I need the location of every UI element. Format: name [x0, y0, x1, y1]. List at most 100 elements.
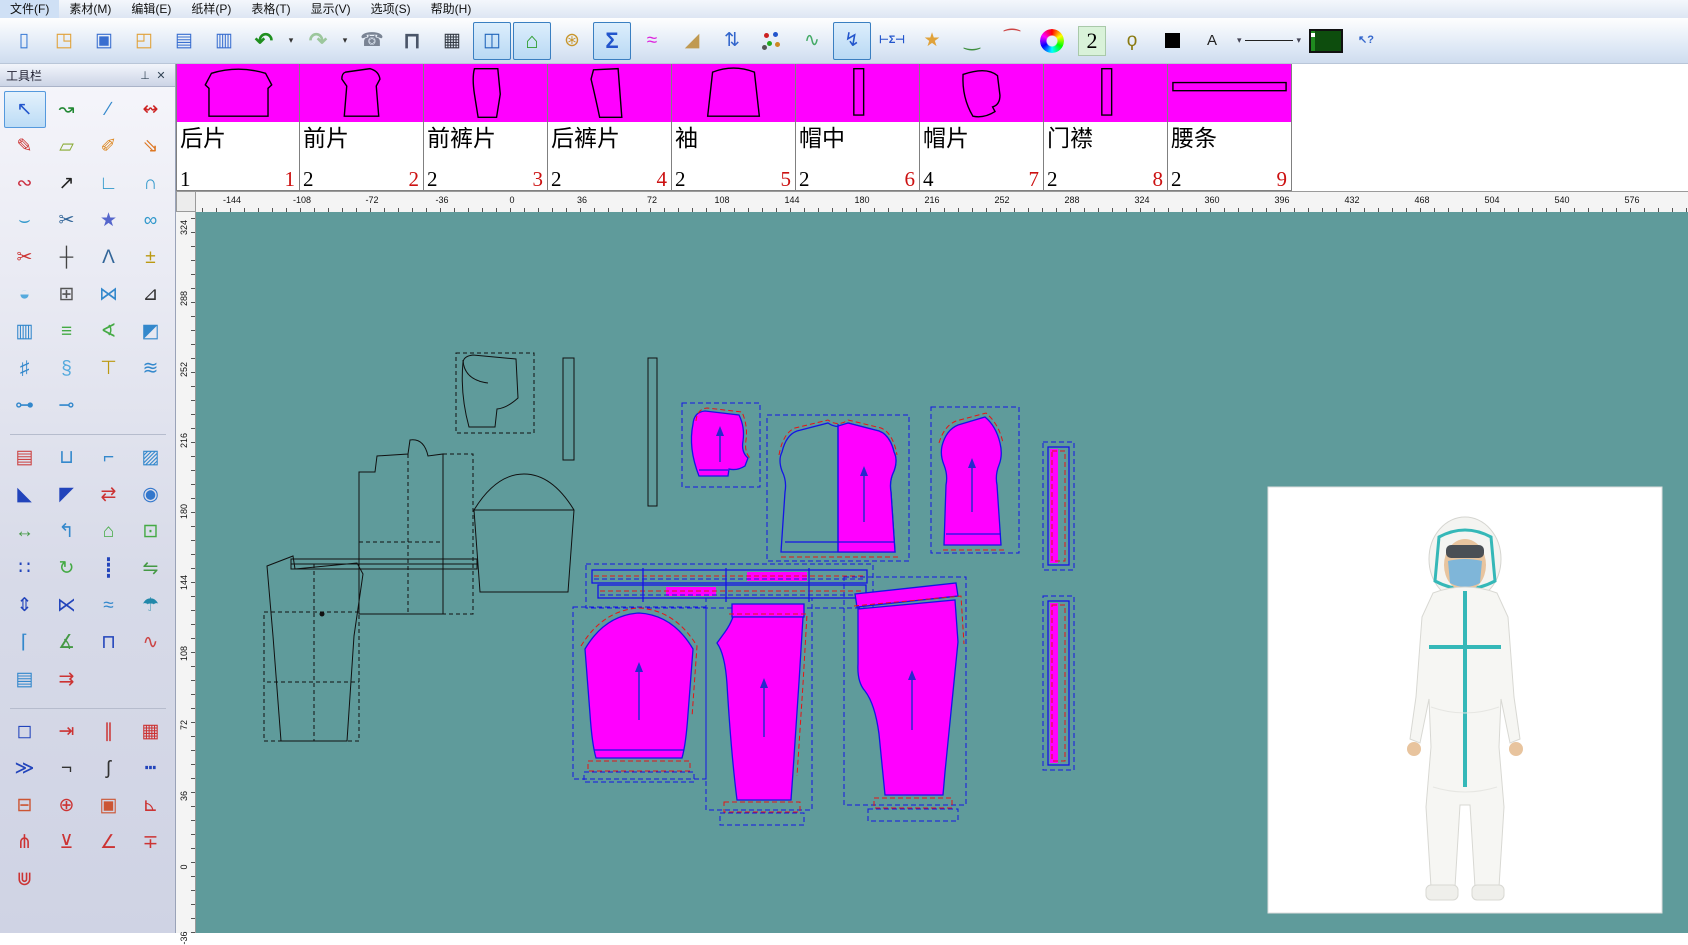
menu-view[interactable]: 显示(V) — [301, 0, 361, 18]
tape-measure-tool[interactable]: ± — [130, 239, 172, 276]
flip-piece-tool[interactable]: ↰ — [46, 513, 88, 550]
trend-chart-icon[interactable]: ∿ — [793, 22, 831, 60]
protractor-tool[interactable]: ◒ — [4, 276, 46, 313]
pattern-pen-icon[interactable]: ↯ — [833, 22, 871, 60]
draft-sleeve-block[interactable] — [474, 474, 574, 592]
seam-box-tool[interactable]: ⊟ — [4, 787, 46, 824]
check-piece-tool[interactable]: ⊡ — [130, 513, 172, 550]
relation-boxes-tool[interactable]: ⊞ — [46, 276, 88, 313]
rotate-piece-tool[interactable]: ↻ — [46, 550, 88, 587]
copy-seam-tool[interactable]: ▦ — [130, 713, 172, 750]
frill-tool[interactable]: ≈ — [88, 587, 130, 624]
menu-help[interactable]: 帮助(H) — [421, 0, 482, 18]
curve-notch-icon[interactable]: ⁀ — [993, 22, 1031, 60]
save-as-icon[interactable]: ▥ — [205, 22, 243, 60]
draft-waistband-bar[interactable] — [291, 559, 477, 569]
exchange-tool[interactable]: ⇄ — [88, 476, 130, 513]
fabric-layers-tool[interactable]: ▤ — [4, 661, 46, 698]
stitch-lines-tool[interactable]: ≡ — [46, 313, 88, 350]
import-file-icon[interactable]: ◰ — [125, 22, 163, 60]
undo-icon[interactable]: ↶ — [245, 22, 283, 60]
menu-table[interactable]: 表格(T) — [241, 0, 300, 18]
merge-pieces-tool[interactable]: ⋉ — [46, 587, 88, 624]
compare-pieces-tool[interactable]: ⇋ — [130, 550, 172, 587]
digitizer-icon[interactable]: ☎ — [353, 22, 391, 60]
angle-measure-tool[interactable]: ∢ — [88, 313, 130, 350]
angle-line-tool[interactable]: ∠ — [88, 824, 130, 861]
dot-chart-icon[interactable] — [753, 22, 791, 60]
point-arrow-tool[interactable]: ↗ — [46, 165, 88, 202]
sewing-machine-tool[interactable]: ⊓ — [88, 624, 130, 661]
facing-tool[interactable]: ⌐ — [88, 439, 130, 476]
piece-front-bodice[interactable] — [931, 407, 1019, 553]
piece-waistband-strips[interactable] — [586, 564, 873, 608]
compass-tool[interactable]: Λ — [88, 239, 130, 276]
close-icon[interactable]: ✕ — [153, 69, 169, 82]
pencil-tool[interactable]: ✎ — [4, 128, 46, 165]
menu-pattern[interactable]: 纸样(P) — [181, 0, 241, 18]
shrink-piece-tool[interactable]: ⌂ — [88, 513, 130, 550]
arc-plus-tool[interactable]: ⊕ — [46, 787, 88, 824]
brush-icon[interactable]: ◢ — [673, 22, 711, 60]
curve-smile-icon[interactable]: ‿ — [953, 22, 991, 60]
rotate-shape-tool[interactable]: ⊿ — [130, 276, 172, 313]
star-measure-icon[interactable]: ★ — [913, 22, 951, 60]
menu-material[interactable]: 素材(M) — [59, 0, 121, 18]
dart-tool[interactable]: ◣ — [4, 476, 46, 513]
new-document-icon[interactable]: ▯ — [5, 22, 43, 60]
stretch-curve-tool[interactable]: ↭ — [130, 91, 172, 128]
corner-angle-tool[interactable]: ⊾ — [130, 787, 172, 824]
seam-rip-tool[interactable]: ∾ — [4, 165, 46, 202]
two-point-measure-tool[interactable]: ∡ — [46, 624, 88, 661]
draft-bar-piece-1[interactable] — [563, 358, 574, 460]
piece-back-trouser[interactable] — [844, 577, 966, 821]
bulb-icon[interactable]: ϙ — [1113, 22, 1151, 60]
corner-tool[interactable]: ¬ — [46, 750, 88, 787]
size-table-icon[interactable]: Σ — [593, 22, 631, 60]
arc-tool[interactable]: ∩ — [130, 165, 172, 202]
unlink-tool[interactable]: ⊸ — [46, 387, 88, 424]
plus-minus-tool[interactable]: ∓ — [130, 824, 172, 861]
undo-dropdown-caret[interactable]: ▾ — [285, 22, 297, 60]
pattern-window-icon[interactable]: ◫ — [473, 22, 511, 60]
eraser-tool[interactable]: ▱ — [46, 128, 88, 165]
move-pieces-tool[interactable]: ⇕ — [4, 587, 46, 624]
scissors-tool[interactable]: ✂ — [46, 202, 88, 239]
piece-placket-strip-1[interactable] — [1043, 442, 1074, 570]
pin-icon[interactable]: ⊥ — [137, 69, 153, 82]
frame-select-tool[interactable]: ◻ — [4, 713, 46, 750]
walk-pieces-tool[interactable]: ⇥ — [46, 713, 88, 750]
menu-options[interactable]: 选项(S) — [361, 0, 421, 18]
nested-rect-tool[interactable]: ▣ — [88, 787, 130, 824]
shirring-tool[interactable]: ≋ — [130, 350, 172, 387]
multi-arrow-tool[interactable]: ≫ — [4, 750, 46, 787]
pattern-canvas[interactable] — [196, 212, 1688, 933]
divide-shape-tool[interactable]: ◩ — [130, 313, 172, 350]
open-file-icon[interactable]: ◳ — [45, 22, 83, 60]
drill-marks-tool[interactable]: ∷ — [4, 550, 46, 587]
cut-notch-tool[interactable]: ✂ — [4, 239, 46, 276]
piece-back-bodice[interactable] — [767, 415, 909, 561]
button-tool[interactable]: ◉ — [130, 476, 172, 513]
line-style-select[interactable]: ▾▾ — [1233, 22, 1305, 60]
piece-view-icon[interactable]: ⌂ — [513, 22, 551, 60]
move-point-tool[interactable]: ⇘ — [130, 128, 172, 165]
piece-placket-strip-2[interactable] — [1043, 596, 1074, 770]
intersect-tool[interactable]: ┼ — [46, 239, 88, 276]
draft-hood-piece[interactable] — [456, 353, 534, 433]
pattern-cell-门襟[interactable]: 门襟28 — [1044, 64, 1168, 191]
dart-close-tool[interactable]: ◤ — [46, 476, 88, 513]
notch-v-tool[interactable]: ⊻ — [46, 824, 88, 861]
adjust-curve-tool[interactable]: ↝ — [46, 91, 88, 128]
seam-marks-tool[interactable]: ┋ — [88, 550, 130, 587]
notch-fork-tool[interactable]: ⋔ — [4, 824, 46, 861]
menu-file[interactable]: 文件(F) — [0, 0, 59, 18]
select-tool[interactable]: ↖ — [4, 91, 46, 128]
fillet-corner-tool[interactable]: ∟ — [88, 165, 130, 202]
piece-sleeve[interactable] — [573, 607, 706, 782]
spiral-tool[interactable]: § — [46, 350, 88, 387]
data-table-icon[interactable]: ▦ — [433, 22, 471, 60]
twin-curve-tool[interactable]: ∞ — [130, 202, 172, 239]
save-icon[interactable]: ▣ — [85, 22, 123, 60]
expand-box-tool[interactable]: ⇉ — [46, 661, 88, 698]
